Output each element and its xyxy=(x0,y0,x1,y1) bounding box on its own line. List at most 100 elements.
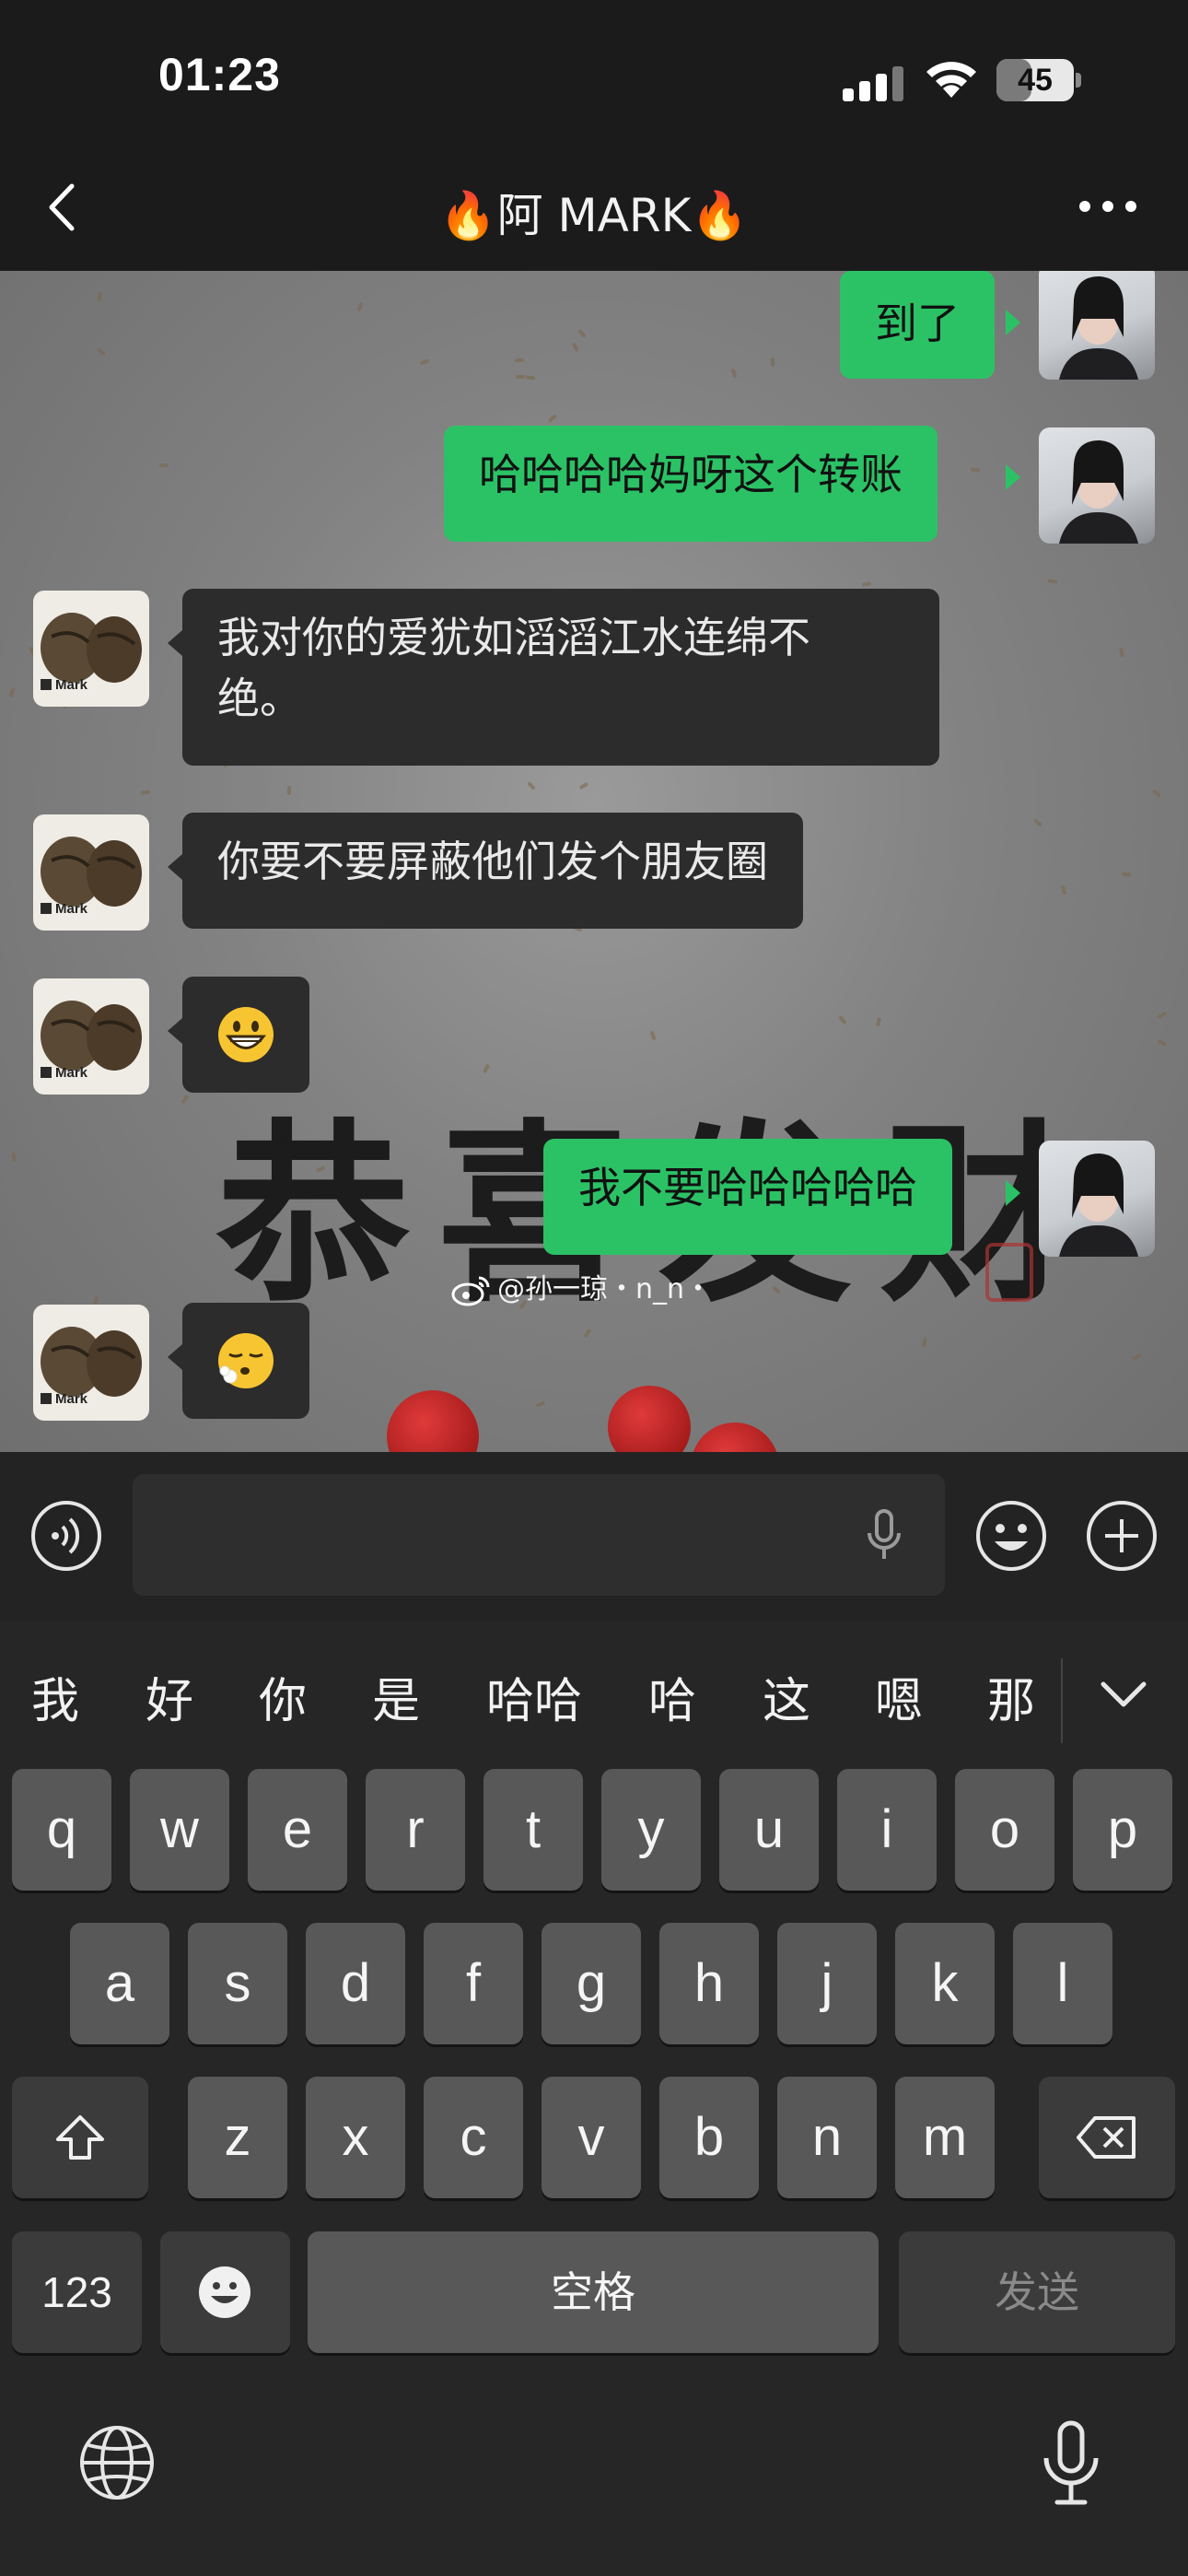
my-avatar[interactable] xyxy=(1039,427,1155,544)
emoji-keyboard-icon xyxy=(199,2266,250,2318)
key-label: u xyxy=(753,1799,785,1859)
key-p[interactable]: p xyxy=(1073,1769,1172,1891)
candidate-word[interactable]: 你 xyxy=(255,1662,310,1731)
bubble-tail xyxy=(1006,464,1020,490)
key-j[interactable]: j xyxy=(777,1923,877,2044)
walnut-photo-icon: Mark xyxy=(41,613,142,693)
candidate-word[interactable]: 那 xyxy=(984,1662,1039,1731)
candidate-word[interactable]: 嗯 xyxy=(871,1662,926,1731)
send-key[interactable]: 发送 xyxy=(899,2231,1175,2353)
key-x[interactable]: x xyxy=(306,2077,405,2198)
watermark-text: @孙一琼・n_n・ xyxy=(497,1273,713,1306)
grinning-face-icon xyxy=(218,1007,274,1062)
message-bubble-sent[interactable]: 哈哈哈哈妈呀这个转账 xyxy=(444,426,938,542)
key-m[interactable]: m xyxy=(895,2077,995,2198)
mark-avatar[interactable]: Mark xyxy=(33,978,149,1095)
emoji-icon[interactable] xyxy=(974,1499,1048,1573)
message-bubble-sent[interactable]: 到了 xyxy=(840,271,995,379)
wallpaper-speck xyxy=(515,374,526,380)
microphone-icon[interactable] xyxy=(864,1507,904,1563)
key-t[interactable]: t xyxy=(483,1769,583,1891)
key-label: h xyxy=(693,1953,725,2013)
message-line: 我对你的爱犹如滔滔江水连绵不 xyxy=(217,613,810,662)
key-c[interactable]: c xyxy=(424,2077,523,2198)
key-b[interactable]: b xyxy=(659,2077,759,2198)
key-d[interactable]: d xyxy=(306,1923,405,2044)
key-w[interactable]: w xyxy=(130,1769,229,1891)
battery-level: 45 xyxy=(1018,63,1053,98)
key-g[interactable]: g xyxy=(542,1923,641,2044)
my-avatar[interactable] xyxy=(1039,271,1155,380)
chat-area[interactable]: 恭喜发财 @孙一琼・n_n・ 到了 哈哈哈哈妈呀这个转账 Mark xyxy=(0,271,1188,1452)
key-label: 发送 xyxy=(995,2268,1079,2316)
backspace-key[interactable] xyxy=(1039,2077,1175,2198)
candidate-word[interactable]: 哈 xyxy=(645,1662,700,1731)
my-avatar[interactable] xyxy=(1039,1141,1155,1257)
bubble-tail xyxy=(168,1344,182,1370)
key-v[interactable]: v xyxy=(542,2077,641,2198)
key-label: a xyxy=(104,1953,135,2013)
key-label: z xyxy=(224,2107,251,2167)
dictation-microphone-icon[interactable] xyxy=(1039,2419,1103,2508)
nav-bar: 🔥阿 MARK🔥 xyxy=(0,147,1188,271)
message-input[interactable] xyxy=(133,1474,945,1596)
globe-icon[interactable] xyxy=(77,2423,157,2502)
battery-body: 45 xyxy=(996,59,1074,101)
avatar-mark-label: Mark xyxy=(55,901,88,917)
key-o[interactable]: o xyxy=(955,1769,1054,1891)
key-f[interactable]: f xyxy=(424,1923,523,2044)
key-y[interactable]: y xyxy=(601,1769,701,1891)
key-a[interactable]: a xyxy=(70,1923,169,2044)
message-bubble-received[interactable] xyxy=(182,1303,309,1419)
key-e[interactable]: e xyxy=(248,1769,347,1891)
emoji-key[interactable] xyxy=(160,2231,290,2353)
ellipsis-icon[interactable] xyxy=(1076,188,1140,225)
candidate-word[interactable]: 是 xyxy=(368,1662,424,1731)
mark-avatar[interactable]: Mark xyxy=(33,591,149,707)
message-bubble-sent[interactable]: 我不要哈哈哈哈哈 xyxy=(543,1139,952,1255)
key-i[interactable]: i xyxy=(837,1769,937,1891)
mark-avatar[interactable]: Mark xyxy=(33,814,149,931)
message-bubble-received[interactable]: 我对你的爱犹如滔滔江水连绵不 绝。 xyxy=(182,589,939,766)
key-label: d xyxy=(340,1953,371,2013)
key-n[interactable]: n xyxy=(777,2077,877,2198)
key-label: e xyxy=(282,1799,313,1859)
key-r[interactable]: r xyxy=(366,1769,465,1891)
key-q[interactable]: q xyxy=(12,1769,111,1891)
key-label: y xyxy=(637,1799,665,1859)
key-label: w xyxy=(160,1799,199,1859)
key-s[interactable]: s xyxy=(188,1923,287,2044)
numbers-key[interactable]: 123 xyxy=(12,2231,142,2353)
key-label: k xyxy=(931,1953,959,2013)
mark-avatar[interactable]: Mark xyxy=(33,1305,149,1421)
wifi-icon xyxy=(926,62,976,98)
message-bubble-received[interactable]: 你要不要屏蔽他们发个朋友圈 xyxy=(182,813,803,929)
key-k[interactable]: k xyxy=(895,1923,995,2044)
key-label: v xyxy=(577,2107,605,2167)
candidate-word[interactable]: 这 xyxy=(759,1662,814,1731)
voice-icon[interactable] xyxy=(29,1499,103,1573)
candidate-word[interactable]: 我 xyxy=(28,1662,83,1731)
shift-key[interactable] xyxy=(12,2077,148,2198)
key-label: g xyxy=(576,1953,607,2013)
chat-title[interactable]: 🔥阿 MARK🔥 xyxy=(0,179,1188,245)
avatar-mark-label: Mark xyxy=(55,677,88,693)
candidate-word[interactable]: 哈哈 xyxy=(479,1662,589,1731)
key-u[interactable]: u xyxy=(719,1769,819,1891)
key-z[interactable]: z xyxy=(188,2077,287,2198)
candidate-word[interactable]: 好 xyxy=(142,1662,197,1731)
walnut-photo-icon: Mark xyxy=(41,1327,142,1407)
chevron-down-icon[interactable] xyxy=(1098,1675,1149,1715)
key-h[interactable]: h xyxy=(659,1923,759,2044)
message-bubble-received[interactable] xyxy=(182,977,309,1093)
bubble-tail xyxy=(1006,1180,1020,1206)
person-photo-icon xyxy=(1059,276,1138,380)
key-l[interactable]: l xyxy=(1013,1923,1112,2044)
key-label: q xyxy=(46,1799,77,1859)
wallpaper-speck xyxy=(159,463,169,467)
status-time: 01:23 xyxy=(158,49,281,100)
avatar-mark-label: Mark xyxy=(55,1391,88,1407)
space-key[interactable]: 空格 xyxy=(308,2231,879,2353)
plus-icon[interactable] xyxy=(1085,1499,1159,1573)
bubble-tail xyxy=(168,854,182,880)
